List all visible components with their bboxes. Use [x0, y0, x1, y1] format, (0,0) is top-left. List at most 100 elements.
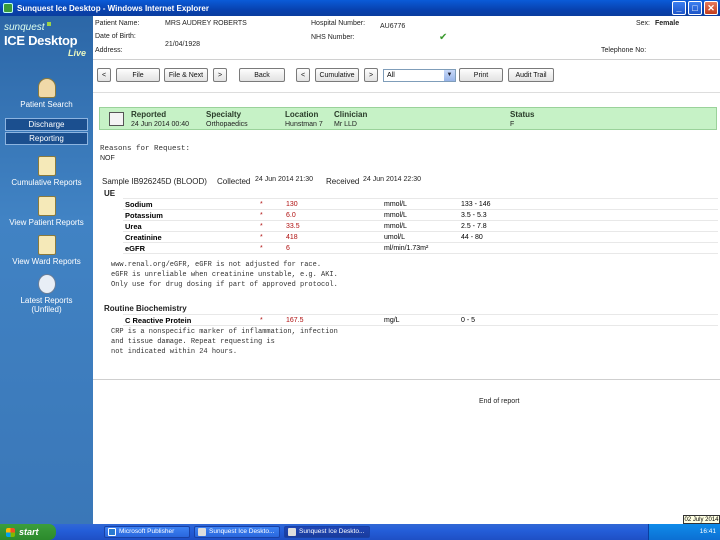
print-button[interactable]: Print: [459, 68, 503, 82]
report-edit-icon[interactable]: [109, 112, 124, 126]
status-header: Status: [510, 110, 535, 119]
table-row: Creatinine * 418 umol/L 44 - 80: [123, 231, 718, 243]
test-name: Potassium: [123, 209, 258, 221]
test-value: 33.5: [284, 220, 382, 232]
specialty-value: Orthopaedics: [206, 121, 248, 128]
report-content: Reported Specialty Location Clinician St…: [93, 92, 720, 524]
file-next-button[interactable]: File & Next: [164, 68, 208, 82]
status-value: F: [510, 121, 515, 128]
test-unit: ml/min/1.73m²: [382, 242, 459, 254]
sidebar-item-label: View Ward Reports: [12, 257, 81, 266]
brand-line1: sunquest: [4, 22, 45, 33]
publisher-icon: [108, 528, 116, 536]
brand-line3: Live: [67, 48, 86, 58]
taskbar-item-publisher[interactable]: Microsoft Publisher: [104, 526, 190, 538]
taskbar-item-sunquest-1[interactable]: Sunquest Ice Deskto...: [194, 526, 280, 538]
title-bar[interactable]: Sunquest Ice Desktop - Windows Internet …: [0, 0, 720, 16]
reasons-label: Reasons for Request:: [100, 145, 191, 153]
sex-value: Female: [655, 20, 680, 27]
start-button[interactable]: start: [0, 524, 56, 540]
clock[interactable]: 16:41: [700, 528, 716, 535]
hospital-number-label: Hospital Number:: [311, 20, 366, 27]
ue-section-title: UE: [104, 189, 116, 198]
taskbar-item-sunquest-2[interactable]: Sunquest Ice Deskto...: [284, 526, 370, 538]
minimize-button[interactable]: _: [672, 1, 686, 15]
sidebar-item-label: Cumulative Reports: [11, 178, 82, 187]
sidebar-item-latest-reports[interactable]: Latest Reports (Unfiled): [0, 274, 93, 314]
collected-label: Collected: [217, 177, 251, 186]
test-flag: *: [258, 242, 284, 254]
sidebar-item-label: Latest Reports: [20, 296, 73, 305]
received-label: Received: [326, 177, 360, 186]
ward-reports-icon: [37, 235, 56, 255]
location-value: Hunstman 7: [285, 121, 323, 128]
test-name: eGFR: [123, 242, 258, 254]
test-name: Sodium: [123, 198, 258, 210]
sidebar-item-view-patient-reports[interactable]: View Patient Reports: [0, 196, 93, 227]
close-button[interactable]: ✕: [704, 1, 718, 15]
file-button[interactable]: File: [116, 68, 160, 82]
cumulative-button[interactable]: Cumulative: [315, 68, 359, 82]
sidebar: sunquest ICE Desktop Live Patient Search…: [0, 16, 93, 524]
test-unit: mg/L: [382, 314, 459, 326]
sidebar-item-cumulative-reports[interactable]: Cumulative Reports: [0, 156, 93, 187]
report-filter-select[interactable]: All ▼: [383, 69, 456, 82]
app-icon: [3, 3, 13, 13]
ue-results-table: Sodium * 130 mmol/L 133 - 146 Potassium * 6.0 mm…: [123, 198, 718, 254]
received-value: 24 Jun 2014 22:30: [363, 176, 421, 183]
patient-reports-icon: [37, 196, 56, 216]
cumulative-previous-button[interactable]: <: [296, 68, 310, 82]
test-flag: *: [258, 209, 284, 221]
telephone-label: Telephone No:: [601, 47, 647, 54]
test-flag: *: [258, 231, 284, 243]
brand-line2: ICE Desktop: [4, 33, 78, 48]
test-range: 133 - 146: [459, 198, 718, 210]
report-summary-bar[interactable]: Reported Specialty Location Clinician St…: [99, 107, 717, 130]
table-row: eGFR * 6 ml/min/1.73m²: [123, 242, 718, 254]
test-range: 2.5 - 7.8: [459, 220, 718, 232]
clock-icon: [37, 274, 56, 294]
test-flag: *: [258, 198, 284, 210]
sidebar-item-label: View Patient Reports: [9, 218, 84, 227]
patient-header: Patient Name: MRS AUDREY ROBERTS Date of…: [93, 16, 720, 60]
specialty-header: Specialty: [206, 110, 242, 119]
reported-value: 24 Jun 2014 00:40: [131, 121, 189, 128]
table-row: Sodium * 130 mmol/L 133 - 146: [123, 198, 718, 210]
sidebar-item-view-ward-reports[interactable]: View Ward Reports: [0, 235, 93, 266]
windows-logo-icon: [6, 527, 15, 537]
dob-value: 21/04/1928: [165, 41, 201, 48]
reporting-button[interactable]: Reporting: [5, 132, 88, 145]
test-flag: *: [258, 314, 284, 326]
test-flag: *: [258, 220, 284, 232]
patient-name: MRS AUDREY ROBERTS: [165, 20, 247, 27]
test-name: Urea: [123, 220, 258, 232]
ie-icon: [198, 528, 206, 536]
discharge-button[interactable]: Discharge: [5, 118, 88, 131]
cumulative-next-button[interactable]: >: [364, 68, 378, 82]
window-title: Sunquest Ice Desktop - Windows Internet …: [17, 3, 209, 13]
sidebar-item-patient-search[interactable]: Patient Search: [0, 78, 93, 109]
clinician-header: Clinician: [334, 110, 368, 119]
chevron-down-icon[interactable]: ▼: [444, 70, 455, 81]
nhs-number-label: NHS Number:: [311, 34, 355, 41]
taskbar: start Microsoft Publisher Sunquest Ice D…: [0, 524, 720, 540]
end-of-report: End of report: [479, 398, 520, 405]
maximize-button[interactable]: □: [688, 1, 702, 15]
next-button[interactable]: >: [213, 68, 227, 82]
patient-search-icon: [37, 78, 56, 98]
previous-button[interactable]: <: [97, 68, 111, 82]
browser-window: Sunquest Ice Desktop - Windows Internet …: [0, 0, 720, 540]
table-row: Urea * 33.5 mmol/L 2.5 - 7.8: [123, 220, 718, 232]
ie-icon: [288, 528, 296, 536]
audit-trail-button[interactable]: Audit Trail: [508, 68, 554, 82]
back-button[interactable]: Back: [239, 68, 285, 82]
test-value: 6: [284, 242, 382, 254]
address-label: Address:: [95, 47, 123, 54]
location-header: Location: [285, 110, 319, 119]
test-range: 0 - 5: [459, 314, 718, 326]
system-tray: 16:41: [648, 524, 720, 540]
reasons-value: NOF: [100, 155, 115, 162]
report-toolbar: < File File & Next > Back < Cumulative >…: [93, 60, 720, 92]
test-name: Creatinine: [123, 231, 258, 243]
taskbar-item-label: Sunquest Ice Deskto...: [209, 528, 275, 535]
